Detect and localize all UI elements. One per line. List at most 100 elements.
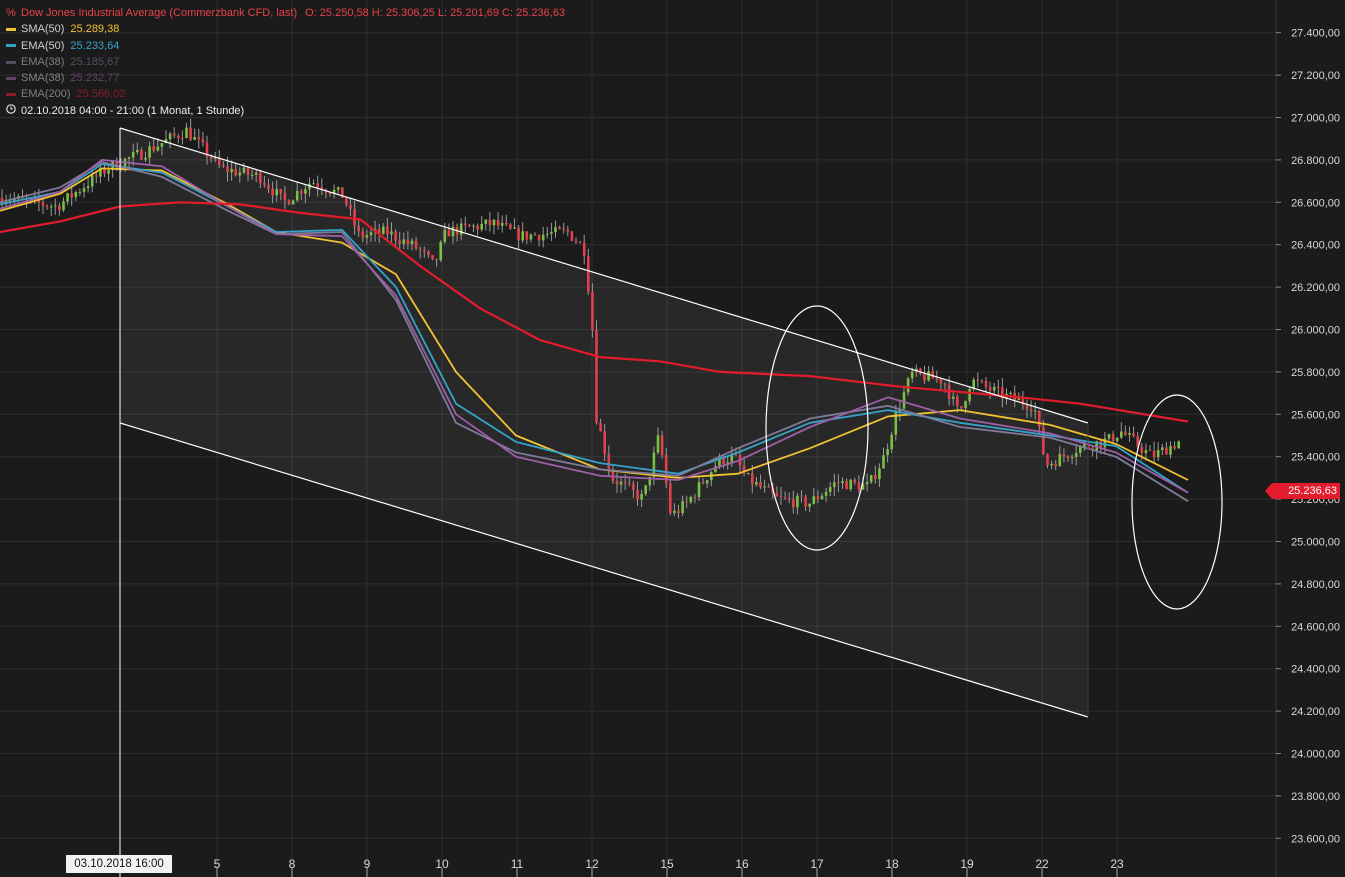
legend-range-row: 02.10.2018 04:00 - 21:00 (1 Monat, 1 Stu… <box>6 103 565 119</box>
candle-up <box>890 434 893 450</box>
y-tick-label: 26.600,00 <box>1291 197 1340 209</box>
x-tick-label: 9 <box>364 857 371 871</box>
candle-up <box>238 172 242 176</box>
y-tick-label: 26.000,00 <box>1291 325 1340 337</box>
candle-up <box>410 240 414 245</box>
candle-up <box>828 487 832 492</box>
legend-indicator-row[interactable]: EMA(38) 25.185,67 <box>6 54 565 70</box>
candle-down <box>287 200 291 205</box>
x-tick-label: 19 <box>960 857 974 871</box>
candle-up <box>1107 434 1111 439</box>
candle-up <box>1070 456 1074 458</box>
candle-up <box>439 241 442 261</box>
indicator-value: 25.566,02 <box>76 88 126 101</box>
candle-down <box>172 133 176 136</box>
candle-up <box>62 201 65 211</box>
candle-down <box>935 378 939 380</box>
candle-up <box>755 482 758 485</box>
candle-down <box>1029 409 1033 412</box>
indicator-value: 25.233,64 <box>70 39 120 52</box>
candle-down <box>792 499 795 508</box>
candle-down <box>476 225 479 230</box>
candle-up <box>1156 450 1160 458</box>
candle-up <box>86 186 90 189</box>
candle-up <box>763 486 766 488</box>
candle-down <box>1062 453 1066 457</box>
x-tick-label: 22 <box>1035 857 1049 871</box>
legend-swatch <box>6 60 16 64</box>
candle-up <box>459 223 463 235</box>
candle-down <box>669 483 672 514</box>
crosshair-date-label: 03.10.2018 16:00 <box>66 855 172 873</box>
y-tick-label: 25.800,00 <box>1291 367 1340 379</box>
x-tick-label: 16 <box>735 857 749 871</box>
candle-down <box>226 166 229 173</box>
candle-up <box>90 175 94 187</box>
candle-down <box>533 234 537 236</box>
candle-up <box>841 481 844 483</box>
x-tick-label: 17 <box>810 857 824 871</box>
x-tick-label: 11 <box>511 857 524 871</box>
candle-up <box>160 143 164 147</box>
candle-down <box>980 380 984 382</box>
x-tick-label: 5 <box>214 857 221 871</box>
candle-down <box>779 496 783 498</box>
candle-up <box>1033 410 1037 412</box>
candle-down <box>1140 446 1144 454</box>
candle-up <box>1074 452 1078 457</box>
candle-up <box>168 133 172 140</box>
clock-icon <box>6 103 16 119</box>
legend-indicator-row[interactable]: EMA(50) 25.233,64 <box>6 38 565 54</box>
percent-icon: % <box>6 7 16 19</box>
price-chart[interactable]: 27.400,00 27.200,00 27.000,00 26.800,00 26.6… <box>0 0 1345 877</box>
candle-down <box>603 431 606 454</box>
candle-up <box>878 468 881 480</box>
candle-up <box>480 223 483 230</box>
candle-down <box>587 256 590 292</box>
candle-down <box>845 481 848 490</box>
candle-down <box>1042 426 1045 455</box>
candle-up <box>295 190 299 201</box>
indicator-name: EMA(50) <box>21 39 65 52</box>
candle-down <box>423 249 426 252</box>
candle-down <box>988 386 992 391</box>
y-tick-label: 23.800,00 <box>1291 791 1340 803</box>
legend-swatch <box>6 76 16 80</box>
y-tick-label: 26.400,00 <box>1291 240 1340 252</box>
candle-up <box>882 455 885 469</box>
candle-down <box>578 242 582 244</box>
candle-down <box>152 146 155 151</box>
candle-down <box>279 189 283 193</box>
candle-down <box>1152 450 1156 458</box>
candle-down <box>505 222 508 225</box>
candle-up <box>451 226 455 237</box>
x-tick-label: 8 <box>289 857 296 871</box>
candle-down <box>197 137 201 140</box>
candle-down <box>58 205 61 211</box>
candle-down <box>800 495 803 497</box>
candle-down <box>960 406 963 409</box>
legend-indicator-row[interactable]: EMA(200) 25.566,02 <box>6 86 565 102</box>
candle-up <box>144 157 147 160</box>
candle-up <box>254 172 258 175</box>
indicator-value: 25.232,77 <box>70 72 120 85</box>
candle-down <box>628 482 631 484</box>
candle-down <box>570 231 574 241</box>
candle-down <box>1173 446 1176 449</box>
candle-up <box>796 495 799 508</box>
candle-down <box>591 291 594 330</box>
candle-down <box>509 224 512 229</box>
instrument-title[interactable]: Dow Jones Industrial Average (Commerzban… <box>21 5 297 21</box>
candle-up <box>849 479 852 490</box>
candle-up <box>1017 398 1021 401</box>
candle-up <box>554 227 557 233</box>
candle-down <box>386 226 389 235</box>
candle-down <box>181 137 184 139</box>
candle-down <box>464 223 467 225</box>
candle-down <box>537 235 541 241</box>
legend-indicator-row[interactable]: SMA(50) 25.289,38 <box>6 21 565 37</box>
candle-up <box>1169 446 1172 455</box>
candle-up <box>964 401 967 409</box>
legend-indicator-row[interactable]: SMA(38) 25.232,77 <box>6 70 565 86</box>
candle-down <box>939 378 943 384</box>
